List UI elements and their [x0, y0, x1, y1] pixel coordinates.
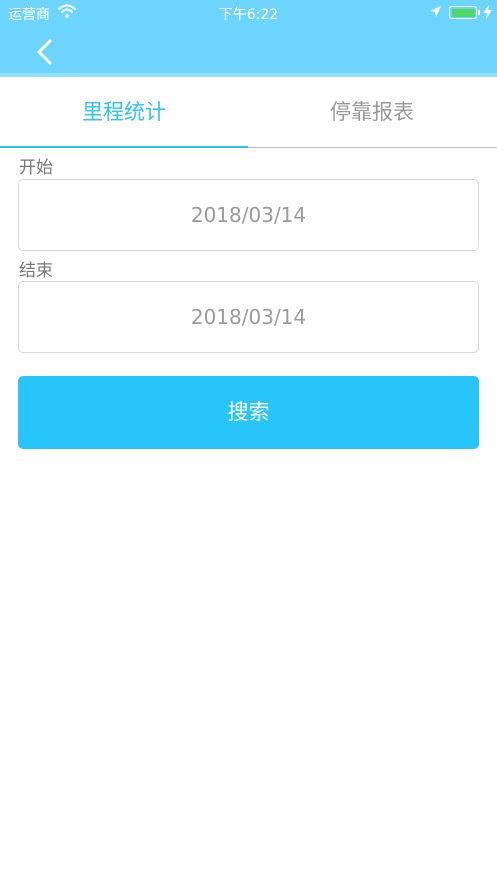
status-bar: 运营商 下午6:22	[0, 0, 497, 24]
start-date-label: 开始	[19, 158, 53, 178]
search-button[interactable]: 搜索	[18, 376, 479, 449]
status-time: 下午6:22	[218, 7, 279, 23]
tab-parking-report[interactable]: 停靠报表	[248, 77, 496, 149]
tab-mileage-stats[interactable]: 里程统计	[0, 77, 248, 149]
end-date-field[interactable]: 2018/03/14	[18, 281, 479, 353]
battery-level-fill	[451, 8, 475, 17]
location-arrow-icon	[430, 6, 441, 17]
tab-bar: 里程统计 停靠报表	[0, 77, 497, 149]
battery-icon	[449, 6, 477, 19]
back-button[interactable]	[30, 36, 60, 68]
end-date-label: 结束	[19, 261, 53, 281]
chevron-left-icon	[37, 39, 52, 65]
charging-bolt-icon	[483, 5, 492, 19]
start-date-field[interactable]: 2018/03/14	[18, 179, 479, 251]
active-tab-indicator	[0, 146, 248, 148]
battery-cap	[478, 10, 480, 15]
